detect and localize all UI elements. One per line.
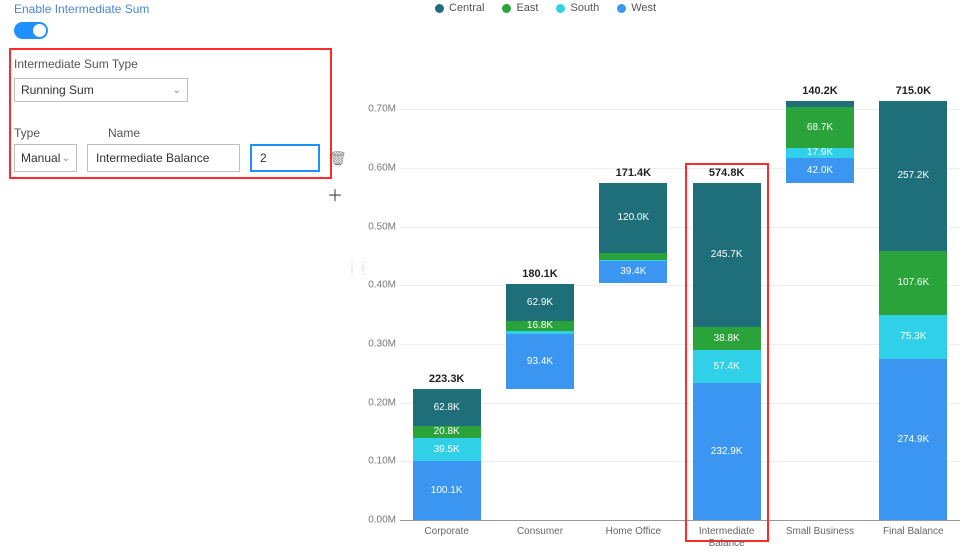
bar-segment[interactable]: 245.7K xyxy=(693,183,761,327)
chevron-down-icon: ⌄ xyxy=(62,153,70,164)
bar-total-label: 140.2K xyxy=(777,85,863,97)
position-input[interactable] xyxy=(250,144,320,172)
add-icon[interactable]: ＋ xyxy=(327,182,343,206)
sum-type-select[interactable]: Running Sum ⌄ xyxy=(14,78,188,102)
type-value: Manual xyxy=(21,151,60,165)
name-input[interactable] xyxy=(87,144,240,172)
type-select[interactable]: Manual ⌄ xyxy=(14,144,77,172)
sum-type-value: Running Sum xyxy=(21,83,94,97)
y-tick-label: 0.10M xyxy=(360,456,396,467)
legend-item[interactable]: East xyxy=(502,2,538,14)
legend-label: Central xyxy=(449,2,484,14)
chart-legend: Central East South West xyxy=(435,2,656,14)
x-axis-label: Small Business xyxy=(777,526,863,538)
bar-segment[interactable]: 62.8K xyxy=(413,389,481,426)
bar-total-label: 574.8K xyxy=(684,167,770,179)
bar-segment[interactable]: 39.5K xyxy=(413,438,481,461)
y-tick-label: 0.60M xyxy=(360,163,396,174)
bar-segment[interactable]: 274.9K xyxy=(879,359,947,520)
bar-total-label: 715.0K xyxy=(870,85,956,97)
bar-segment[interactable]: 62.9K xyxy=(506,284,574,321)
enable-intermediate-sum-label: Enable Intermediate Sum xyxy=(14,2,149,16)
sum-type-label: Intermediate Sum Type xyxy=(14,57,138,71)
legend-item[interactable]: West xyxy=(617,2,656,14)
x-axis-label: Intermediate Balance xyxy=(684,526,770,550)
bar-segment[interactable]: 257.2K xyxy=(879,101,947,252)
name-label: Name xyxy=(108,126,140,140)
legend-item[interactable]: South xyxy=(556,2,599,14)
waterfall-chart: 0.00M 0.10M 0.20M 0.30M 0.40M 0.50M 0.60M 0.70M… xyxy=(360,60,970,550)
enable-intermediate-sum-toggle[interactable] xyxy=(14,22,48,39)
legend-item[interactable]: Central xyxy=(435,2,484,14)
legend-swatch xyxy=(502,4,511,13)
bar-segment[interactable]: 39.4K xyxy=(599,260,667,283)
chevron-down-icon: ⌄ xyxy=(173,85,181,96)
bar-segment[interactable]: 120.0K xyxy=(599,183,667,253)
y-tick-label: 0.50M xyxy=(360,221,396,232)
legend-label: South xyxy=(570,2,599,14)
bar-total-label: 180.1K xyxy=(497,268,583,280)
legend-swatch xyxy=(435,4,444,13)
bar-total-label: 171.4K xyxy=(590,167,676,179)
legend-swatch xyxy=(556,4,565,13)
bar-segment[interactable]: 100.1K xyxy=(413,461,481,520)
bar-segment[interactable] xyxy=(506,331,574,335)
delete-icon[interactable]: 🗑 xyxy=(329,150,347,167)
bar-total-label: 223.3K xyxy=(404,373,490,385)
y-tick-label: 0.20M xyxy=(360,397,396,408)
bar-segment[interactable]: 57.4K xyxy=(693,350,761,384)
bar-segment[interactable]: 38.8K xyxy=(693,327,761,350)
bar-segment[interactable] xyxy=(599,253,667,259)
y-tick-label: 0.70M xyxy=(360,104,396,115)
x-axis-label: Final Balance xyxy=(870,526,956,538)
legend-label: East xyxy=(516,2,538,14)
bar-segment[interactable]: 42.0K xyxy=(786,158,854,183)
legend-label: West xyxy=(631,2,656,14)
y-tick-label: 0.00M xyxy=(360,515,396,526)
type-label: Type xyxy=(14,126,40,140)
bar-segment[interactable] xyxy=(786,101,854,108)
bar-segment[interactable]: 16.8K xyxy=(506,321,574,331)
legend-swatch xyxy=(617,4,626,13)
y-tick-label: 0.30M xyxy=(360,339,396,350)
bar-segment[interactable] xyxy=(599,260,667,261)
plot-area: 0.00M0.10M0.20M0.30M0.40M0.50M0.60M0.70M… xyxy=(400,80,960,520)
bar-segment[interactable]: 20.8K xyxy=(413,426,481,438)
x-axis-label: Consumer xyxy=(497,526,583,538)
bar-segment[interactable]: 17.9K xyxy=(786,148,854,159)
bar-segment[interactable]: 107.6K xyxy=(879,251,947,314)
y-tick-label: 0.40M xyxy=(360,280,396,291)
bar-segment[interactable]: 232.9K xyxy=(693,383,761,520)
bar-segment[interactable]: 93.4K xyxy=(506,334,574,389)
bar-segment[interactable]: 68.7K xyxy=(786,107,854,147)
x-axis-label: Corporate xyxy=(404,526,490,538)
bar-segment[interactable]: 75.3K xyxy=(879,315,947,359)
x-axis-label: Home Office xyxy=(590,526,676,538)
